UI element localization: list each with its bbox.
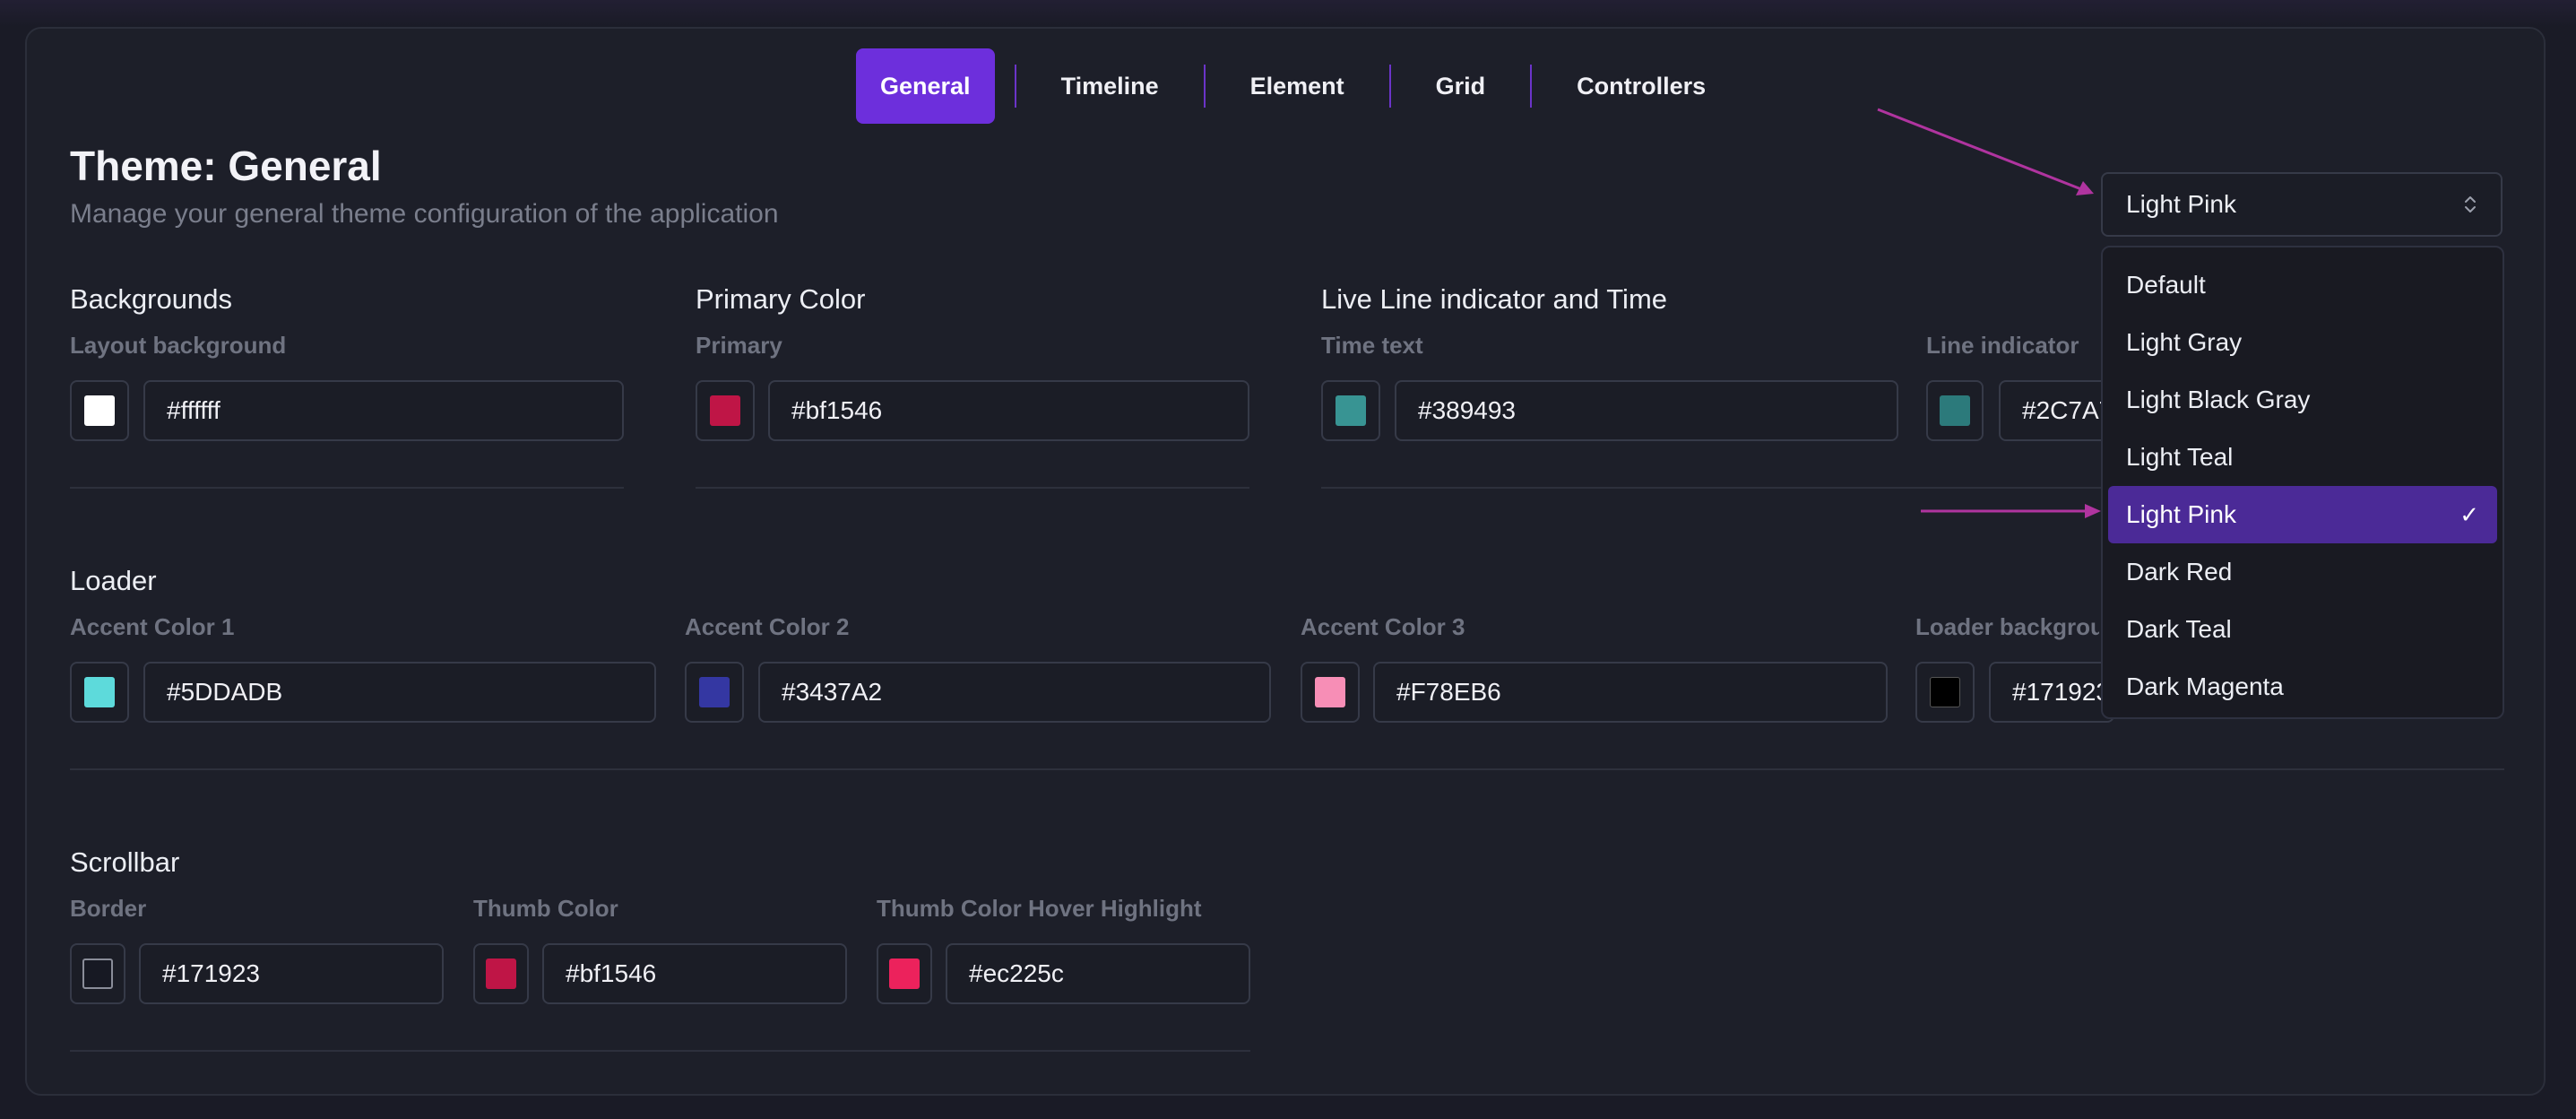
annotation-arrow-to-option	[1921, 504, 2101, 518]
annotation-arrows	[1877, 108, 2101, 518]
annotation-arrow-to-select	[1877, 108, 2094, 195]
